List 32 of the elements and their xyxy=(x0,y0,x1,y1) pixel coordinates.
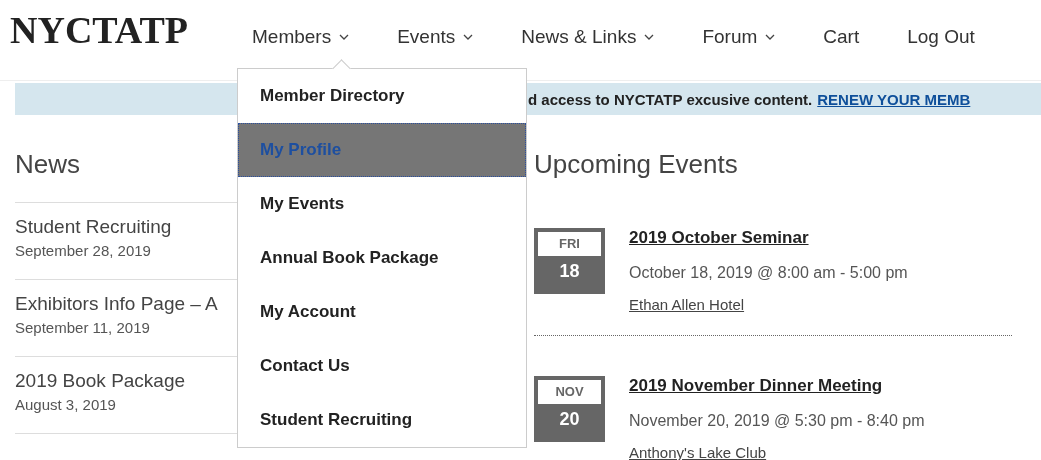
menu-item[interactable]: Member Directory xyxy=(238,69,526,123)
venue-link[interactable]: Ethan Allen Hotel xyxy=(629,296,908,313)
event-time: November 20, 2019 @ 5:30 pm - 8:40 pm xyxy=(629,412,925,430)
day-number: 18 xyxy=(558,260,581,283)
nav-link[interactable]: Events xyxy=(395,26,476,48)
news-date: September 28, 2019 xyxy=(15,242,152,259)
nav-link[interactable]: Members xyxy=(250,26,352,48)
event-link[interactable]: 2019 November Dinner Meeting xyxy=(629,376,925,396)
news-link[interactable]: Exhibitors Info Page – A xyxy=(15,293,240,315)
nav-link[interactable]: News & Links xyxy=(519,26,657,48)
nav-link[interactable]: Forum xyxy=(700,26,778,48)
event-time: October 18, 2019 @ 8:00 am - 5:00 pm xyxy=(629,264,908,282)
notice-text: d access to NYCTATP excusive content. xyxy=(528,90,813,108)
nav-link[interactable]: Log Out xyxy=(905,26,977,48)
weekday-label: FRI xyxy=(538,232,601,256)
news-date: September 11, 2019 xyxy=(15,319,151,336)
weekday-label: NOV xyxy=(538,380,601,404)
renew-link[interactable]: RENEW YOUR MEMB xyxy=(817,90,971,108)
news-link[interactable]: Student Recruiting xyxy=(15,216,240,238)
section-heading: News xyxy=(15,149,240,203)
event-link[interactable]: 2019 October Seminar xyxy=(629,228,908,248)
news-link[interactable]: 2019 Book Package xyxy=(15,370,240,392)
day-number: 20 xyxy=(558,408,581,431)
menu-item[interactable]: My Events xyxy=(238,177,526,231)
menu-item[interactable]: Annual Book Package xyxy=(238,231,526,285)
news-date: August 3, 2019 xyxy=(15,396,117,413)
section-heading: Upcoming Events xyxy=(534,149,739,180)
menu-item[interactable]: Contact Us xyxy=(238,339,526,393)
menu-item[interactable]: My Account xyxy=(238,285,526,339)
site-logo[interactable]: NYCTATP xyxy=(0,0,250,52)
nav-link[interactable]: Cart xyxy=(821,26,862,48)
menu-item[interactable]: Student Recruiting xyxy=(238,393,526,447)
